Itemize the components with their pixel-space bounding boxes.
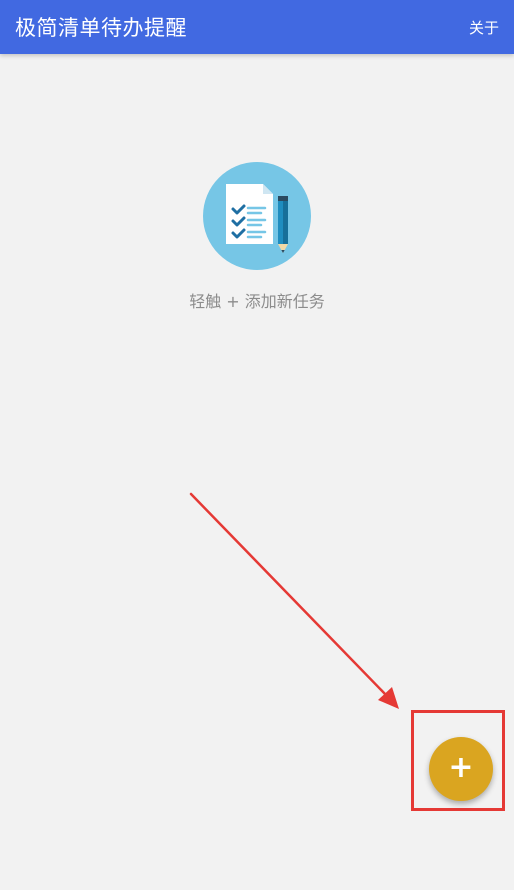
add-task-button[interactable]: + (429, 737, 493, 801)
app-toolbar: 极简清单待办提醒 关于 (0, 0, 514, 54)
about-button[interactable]: 关于 (469, 17, 499, 38)
checklist-document-pencil-icon (203, 162, 311, 270)
app-title: 极简清单待办提醒 (15, 16, 187, 40)
empty-hint-text: 轻触 + 添加新任务 (189, 292, 325, 311)
empty-state: 轻触 + 添加新任务 (0, 162, 514, 312)
app-screen: 极简清单待办提醒 关于 轻触 + 添加新任务 + (0, 0, 514, 890)
plus-icon: + (448, 750, 474, 785)
